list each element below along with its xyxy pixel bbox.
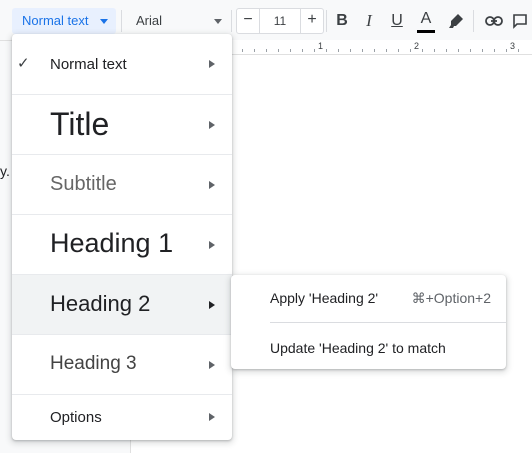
ruler-number: 1 bbox=[318, 41, 324, 51]
menu-item-normal-text[interactable]: ✓ Normal text bbox=[12, 34, 232, 95]
ruler-tick bbox=[482, 49, 483, 52]
ruler-tick bbox=[350, 49, 351, 52]
submenu-item-label: Apply 'Heading 2' bbox=[270, 290, 379, 306]
ruler-tick bbox=[290, 49, 291, 52]
menu-item-subtitle[interactable]: Subtitle bbox=[12, 155, 232, 215]
ruler-tick bbox=[326, 49, 327, 52]
menu-item-label: Heading 3 bbox=[50, 353, 137, 374]
menu-item-label: Heading 2 bbox=[50, 291, 151, 316]
chevron-right-icon bbox=[209, 181, 215, 189]
menu-item-label: Heading 1 bbox=[50, 228, 174, 258]
menu-item-heading-3[interactable]: Heading 3 bbox=[12, 335, 232, 395]
paragraph-style-menu: ✓ Normal text Title Subtitle Heading 1 H… bbox=[12, 34, 232, 440]
menu-item-label: Subtitle bbox=[50, 173, 117, 195]
ruler-tick bbox=[254, 49, 255, 52]
chevron-right-icon bbox=[209, 301, 215, 309]
heading-2-submenu: Apply 'Heading 2' ⌘+Option+2 Update 'Hea… bbox=[231, 275, 506, 369]
underline-button[interactable]: U bbox=[385, 8, 409, 34]
highlight-color-button[interactable] bbox=[444, 8, 468, 34]
ruler-tick bbox=[410, 49, 411, 52]
ruler-tick bbox=[518, 49, 519, 52]
update-heading-2-item[interactable]: Update 'Heading 2' to match bbox=[231, 323, 506, 369]
chevron-right-icon bbox=[209, 361, 215, 369]
ruler-tick bbox=[266, 49, 267, 52]
ruler-tick bbox=[302, 49, 303, 52]
paragraph-style-select[interactable]: Normal text bbox=[12, 8, 116, 34]
font-size-control: − 11 + bbox=[236, 8, 324, 34]
toolbar-divider bbox=[473, 10, 474, 32]
font-family-select[interactable]: Arial bbox=[126, 8, 226, 34]
menu-item-label: Options bbox=[50, 409, 102, 426]
ruler-tick bbox=[338, 49, 339, 52]
increase-font-size-button[interactable]: + bbox=[300, 9, 323, 33]
paragraph-style-value: Normal text bbox=[22, 13, 89, 28]
apply-heading-2-item[interactable]: Apply 'Heading 2' ⌘+Option+2 bbox=[231, 275, 506, 321]
italic-button[interactable]: I bbox=[357, 8, 381, 34]
chevron-right-icon bbox=[209, 241, 215, 249]
ruler-tick bbox=[242, 49, 243, 52]
ruler-number: 3 bbox=[510, 41, 516, 51]
menu-item-label: Normal text bbox=[50, 56, 127, 73]
submenu-item-label: Update 'Heading 2' to match bbox=[270, 340, 446, 356]
chevron-down-icon bbox=[214, 19, 222, 24]
ruler-tick bbox=[422, 49, 423, 52]
text-color-swatch bbox=[417, 30, 435, 33]
comment-icon bbox=[513, 14, 527, 29]
insert-comment-button[interactable] bbox=[508, 8, 532, 34]
ruler-tick bbox=[386, 49, 387, 52]
chevron-right-icon bbox=[209, 413, 215, 421]
ruler-tick bbox=[278, 49, 279, 52]
ruler-tick bbox=[506, 49, 507, 52]
ruler-tick bbox=[446, 49, 447, 52]
highlighter-icon bbox=[449, 14, 463, 28]
toolbar-divider bbox=[121, 10, 122, 32]
ruler-tick bbox=[374, 49, 375, 52]
menu-item-heading-1[interactable]: Heading 1 bbox=[12, 215, 232, 275]
menu-item-options[interactable]: Options bbox=[12, 395, 232, 440]
ruler-tick bbox=[434, 49, 435, 52]
link-icon bbox=[485, 16, 503, 26]
toolbar-divider bbox=[326, 10, 327, 32]
ruler-tick bbox=[494, 49, 495, 52]
text-color-glyph: A bbox=[420, 10, 432, 27]
ruler-tick bbox=[470, 49, 471, 52]
font-size-input[interactable]: 11 bbox=[260, 9, 300, 33]
bold-button[interactable]: B bbox=[330, 8, 354, 34]
ruler-number: 2 bbox=[414, 41, 420, 51]
chevron-down-icon bbox=[100, 19, 108, 24]
text-color-button[interactable]: A bbox=[414, 8, 438, 34]
menu-item-heading-2[interactable]: Heading 2 bbox=[12, 275, 232, 335]
menu-item-title[interactable]: Title bbox=[12, 95, 232, 155]
document-text-fragment: y. bbox=[0, 163, 10, 179]
menu-item-label: Title bbox=[50, 106, 110, 142]
insert-link-button[interactable] bbox=[482, 8, 506, 34]
ruler-tick bbox=[362, 49, 363, 52]
checkmark-icon: ✓ bbox=[17, 55, 30, 72]
toolbar-divider bbox=[231, 10, 232, 32]
chevron-right-icon bbox=[209, 121, 215, 129]
ruler-tick bbox=[458, 49, 459, 52]
ruler-tick bbox=[314, 49, 315, 52]
decrease-font-size-button[interactable]: − bbox=[237, 9, 260, 33]
ruler-tick bbox=[398, 49, 399, 52]
chevron-right-icon bbox=[209, 60, 215, 68]
font-family-value: Arial bbox=[136, 13, 163, 28]
keyboard-shortcut: ⌘+Option+2 bbox=[411, 290, 491, 306]
